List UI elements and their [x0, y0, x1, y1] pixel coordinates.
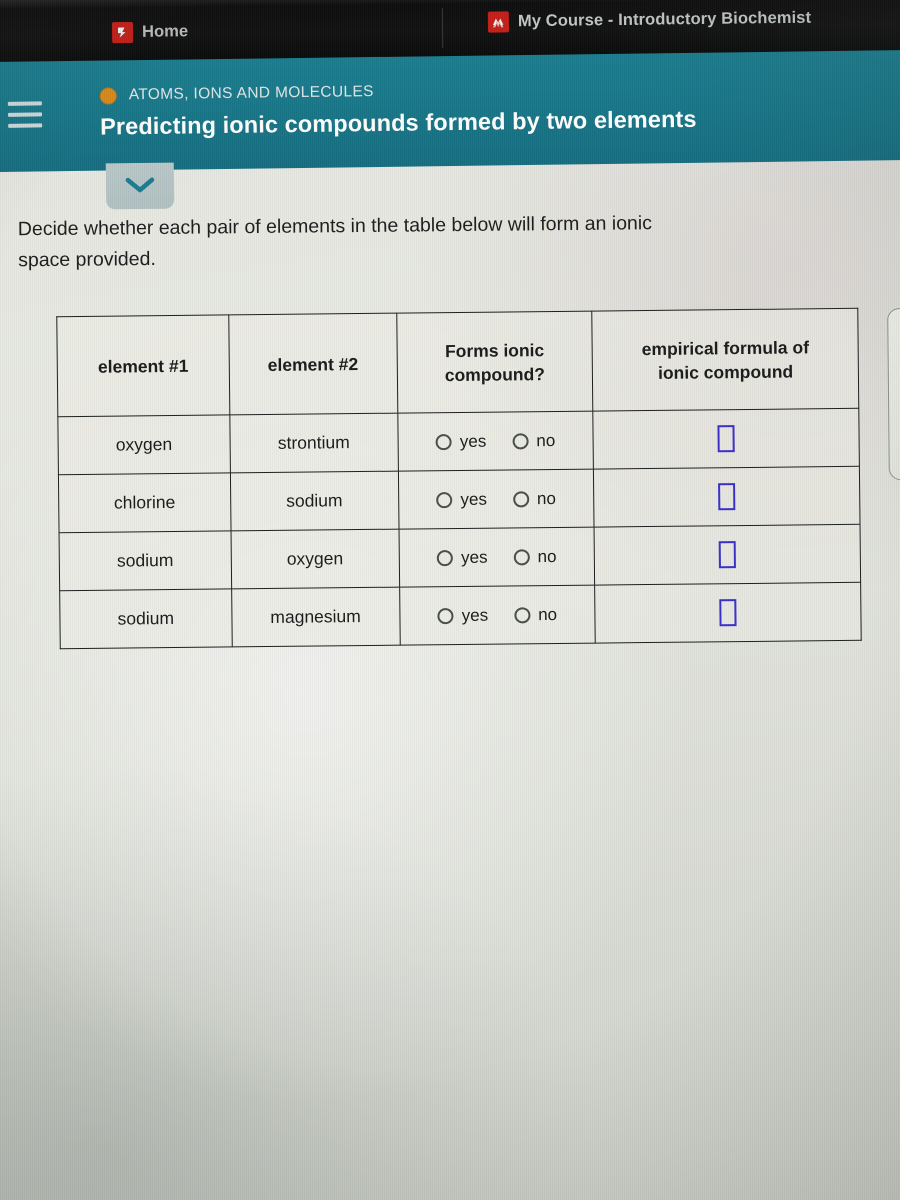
- radio-option-no-label: no: [537, 546, 557, 566]
- radio-no-icon[interactable]: [513, 548, 530, 565]
- cell-element-1: chlorine: [58, 472, 231, 533]
- tab-divider: [441, 8, 444, 49]
- radio-option-no-label: no: [536, 430, 556, 450]
- radio-option-no[interactable]: no: [512, 488, 556, 508]
- hamburger-line: [8, 123, 43, 128]
- column-header-element-2: element #2: [228, 313, 398, 415]
- radio-option-no[interactable]: no: [514, 604, 557, 624]
- hamburger-line: [7, 112, 43, 117]
- cell-forms-ionic-compound: yes no: [398, 527, 596, 588]
- radio-yes-icon[interactable]: [436, 491, 453, 508]
- table-row: sodium oxygen yes no: [59, 524, 861, 591]
- browser-tab-course[interactable]: My Course - Introductory Biochemist: [487, 8, 812, 33]
- radio-option-yes[interactable]: yes: [437, 547, 488, 568]
- formula-input[interactable]: [719, 599, 737, 627]
- radio-no-icon[interactable]: [514, 606, 531, 623]
- radio-option-no[interactable]: no: [512, 430, 555, 450]
- radio-option-yes-label: yes: [460, 489, 488, 509]
- radio-group: yes no: [407, 488, 586, 510]
- collapse-header-button[interactable]: [105, 162, 175, 210]
- browser-tab-home-label: Home: [141, 22, 189, 41]
- cell-element-1: sodium: [59, 530, 232, 591]
- table-row: oxygen strontium yes no: [57, 408, 860, 475]
- cell-element-1: oxygen: [57, 414, 231, 475]
- cell-forms-ionic-compound: yes no: [397, 469, 595, 530]
- formula-header-line-1: empirical formula of: [641, 336, 810, 359]
- table-header-row: element #1 element #2 Forms ionic compou…: [56, 308, 859, 417]
- radio-option-yes-label: yes: [459, 431, 487, 451]
- radio-option-yes-label: yes: [460, 547, 488, 567]
- radio-no-icon[interactable]: [512, 490, 530, 507]
- column-header-forms-ionic-compound: Forms ionic compound?: [396, 311, 594, 414]
- cell-element-2: strontium: [229, 413, 398, 473]
- forms-header-line-2: compound?: [444, 363, 546, 385]
- formula-header-line-2: ionic compound: [657, 360, 794, 383]
- radio-yes-icon[interactable]: [437, 607, 454, 624]
- app-header: ATOMS, IONS AND MOLECULES Predicting ion…: [0, 49, 900, 173]
- instruction-line-1: Decide whether each pair of elements in …: [17, 212, 653, 241]
- browser-tab-course-label: My Course - Introductory Biochemist: [517, 8, 812, 31]
- side-panel-edge[interactable]: [887, 307, 900, 481]
- radio-yes-icon[interactable]: [435, 433, 452, 450]
- radio-option-yes-label: yes: [461, 605, 489, 625]
- browser-tab-home[interactable]: Home: [111, 21, 189, 44]
- cell-element-2: magnesium: [231, 587, 400, 647]
- hamburger-icon[interactable]: [7, 101, 43, 128]
- cell-empirical-formula[interactable]: [594, 524, 861, 586]
- formula-input[interactable]: [718, 483, 736, 511]
- cell-forms-ionic-compound: yes no: [399, 585, 596, 646]
- table-row: chlorine sodium yes no: [58, 466, 861, 533]
- chevron-down-icon: [125, 177, 155, 193]
- ionic-compound-table-wrapper: element #1 element #2 Forms ionic compou…: [56, 307, 862, 650]
- radio-option-no-label: no: [536, 488, 556, 508]
- cell-empirical-formula[interactable]: [593, 408, 860, 470]
- course-favicon-icon: [487, 11, 510, 33]
- cell-element-2: oxygen: [230, 529, 400, 589]
- cell-empirical-formula[interactable]: [595, 582, 862, 644]
- radio-group: yes no: [407, 546, 586, 568]
- radio-group: yes no: [406, 430, 585, 452]
- column-header-empirical-formula: empirical formula of ionic compound: [592, 308, 859, 412]
- formula-input[interactable]: [717, 425, 735, 453]
- cell-element-1: sodium: [59, 588, 232, 649]
- page-title: Predicting ionic compounds formed by two…: [100, 105, 697, 140]
- radio-group: yes no: [408, 604, 587, 626]
- table-row: sodium magnesium yes no: [59, 582, 862, 649]
- category-row: ATOMS, IONS AND MOLECULES: [99, 79, 697, 105]
- cell-element-2: sodium: [230, 471, 399, 531]
- header-text-block: ATOMS, IONS AND MOLECULES Predicting ion…: [99, 79, 697, 141]
- category-label: ATOMS, IONS AND MOLECULES: [128, 83, 374, 104]
- radio-no-icon[interactable]: [512, 432, 529, 449]
- radio-yes-icon[interactable]: [437, 549, 454, 566]
- forms-header-line-1: Forms ionic: [444, 339, 545, 361]
- radio-option-yes[interactable]: yes: [435, 431, 487, 452]
- formula-input[interactable]: [718, 541, 737, 569]
- radio-option-yes[interactable]: yes: [437, 605, 489, 626]
- radio-option-yes[interactable]: yes: [436, 489, 487, 510]
- ionic-compound-table: element #1 element #2 Forms ionic compou…: [56, 307, 862, 650]
- table-body: oxygen strontium yes no chlorine sodium yes no s…: [57, 408, 862, 649]
- cell-forms-ionic-compound: yes no: [397, 411, 594, 472]
- column-header-element-1: element #1: [56, 314, 230, 417]
- radio-option-no-label: no: [538, 604, 558, 624]
- home-favicon-icon: [111, 21, 134, 44]
- instruction-text: Decide whether each pair of elements in …: [18, 206, 900, 277]
- hamburger-line: [7, 101, 42, 106]
- cell-empirical-formula[interactable]: [593, 466, 861, 528]
- category-status-dot-icon: [99, 86, 117, 105]
- radio-option-no[interactable]: no: [513, 546, 557, 566]
- table-head: element #1 element #2 Forms ionic compou…: [56, 308, 859, 417]
